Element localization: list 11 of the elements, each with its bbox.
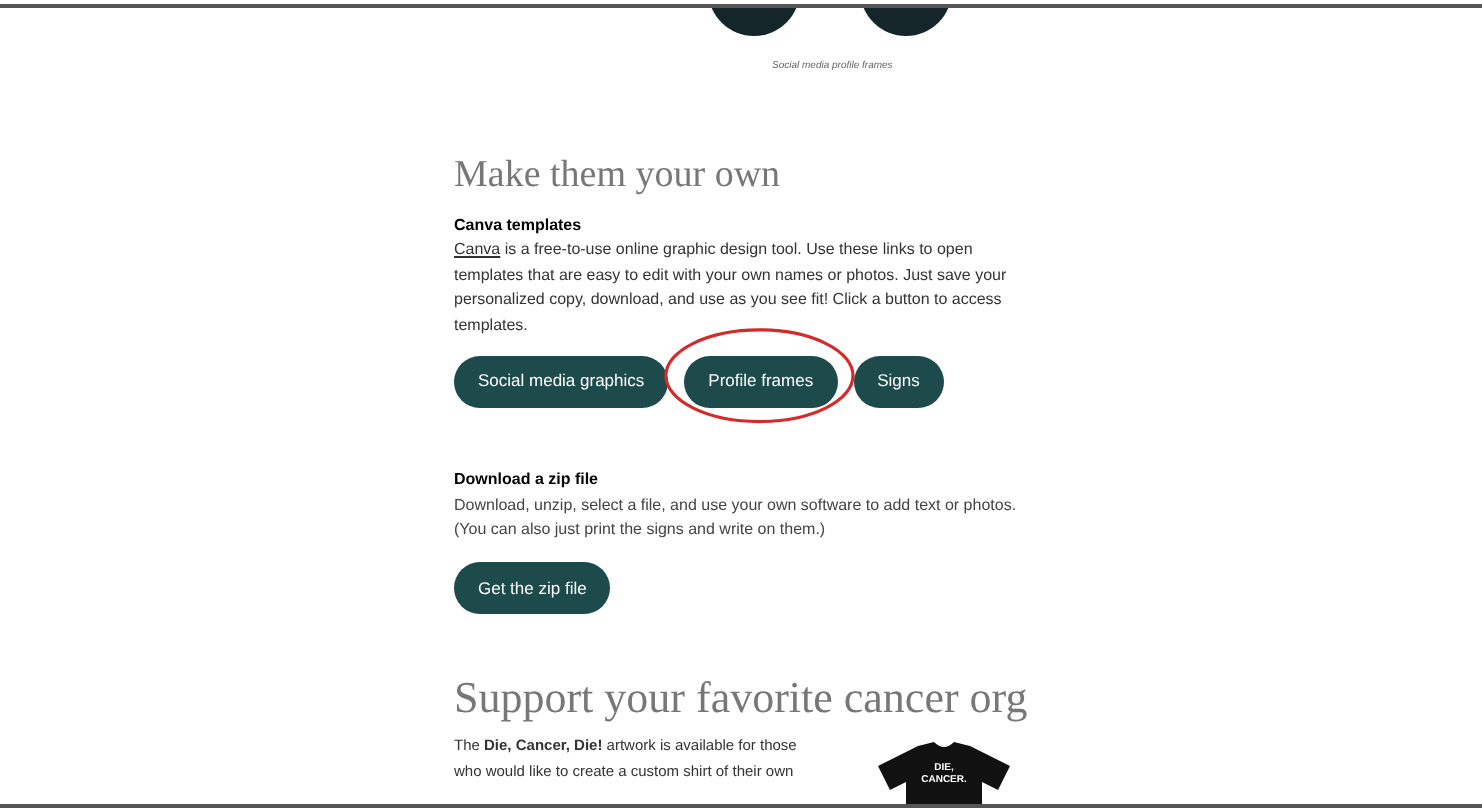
template-button[interactable]: Signs — [853, 355, 944, 408]
section-heading: Make them your own — [454, 151, 783, 199]
template-button[interactable]: Social media graphics — [454, 355, 669, 408]
subsection-title: Canva templates — [454, 214, 584, 239]
template-button[interactable]: Profile frames — [684, 355, 838, 408]
subsection-title: Download a zip file — [454, 467, 601, 492]
description-paragraph: Download, unzip, select a file, and use your own software to add text or photos. (You can also just print the signs and write on them.) — [454, 493, 1019, 543]
section-heading: Support your favorite cancer org — [454, 670, 1030, 726]
template-button[interactable]: Get the zip file — [454, 562, 611, 614]
description-paragraph: Canva is a free-to-use online graphic design tool. Use these links to open templates that are easy to edit with your own names or photos. Just save your personalized copy, download, and use as you see fit! Click a button to access templates. — [454, 238, 1009, 338]
canva-link[interactable]: Canva — [454, 240, 501, 259]
